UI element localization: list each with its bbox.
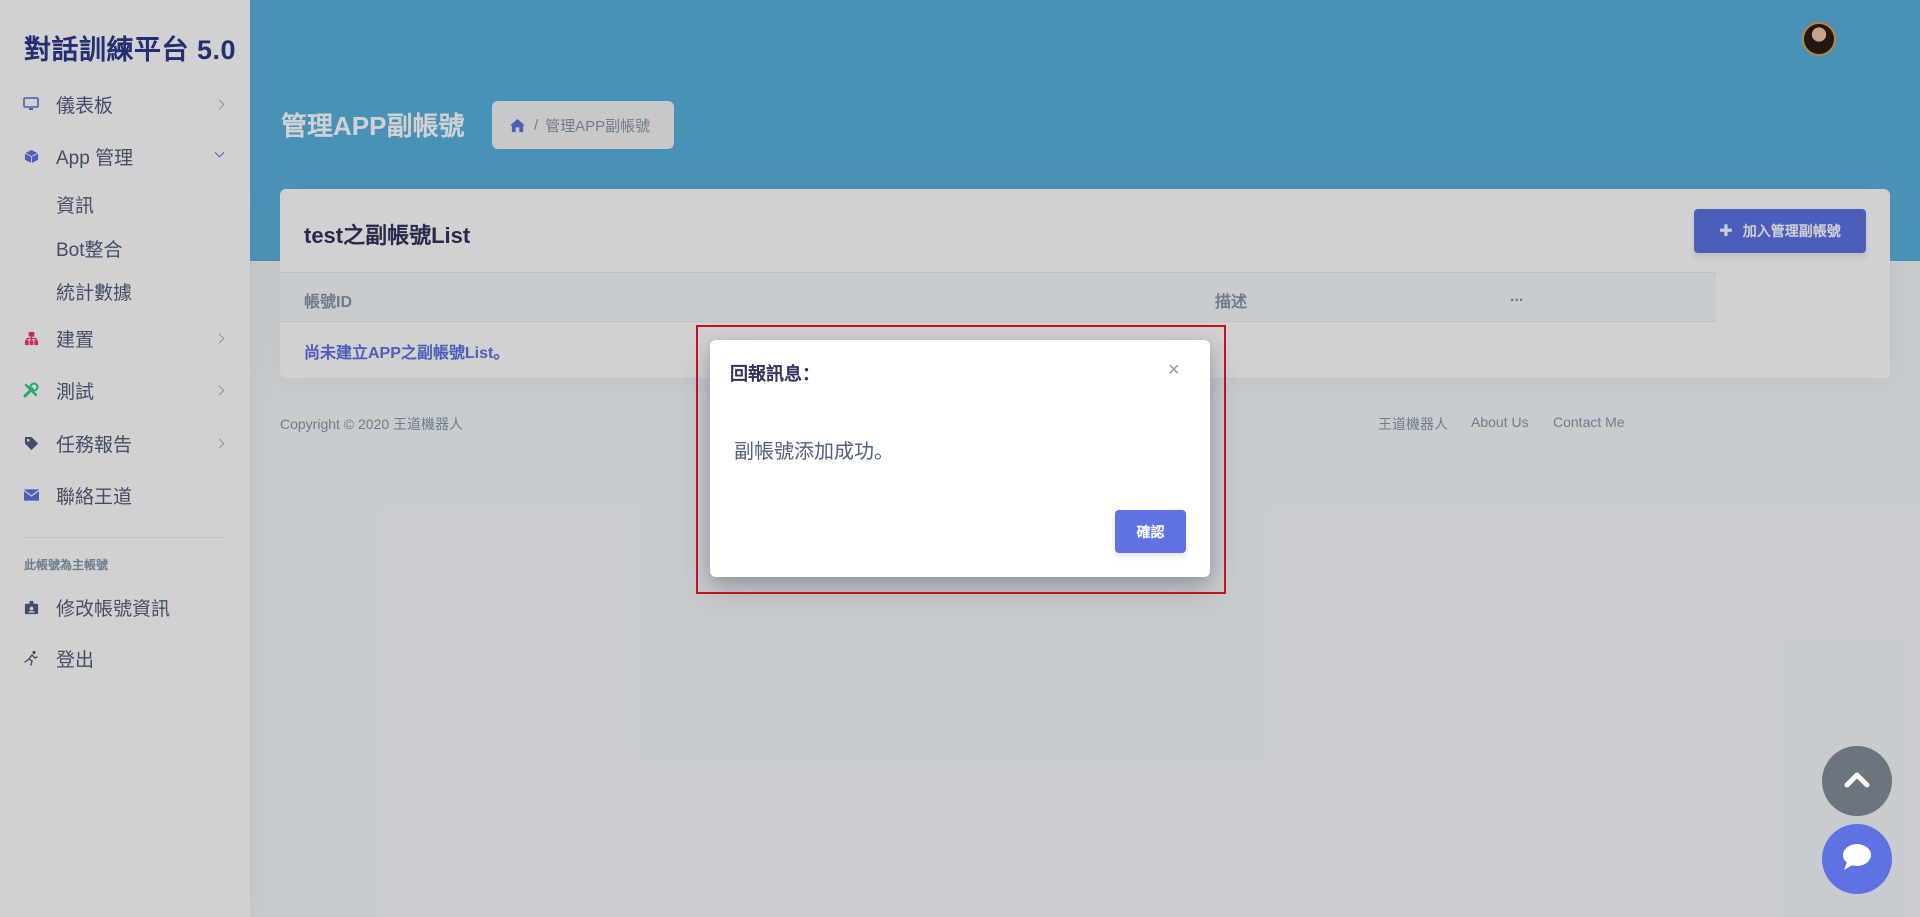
close-icon[interactable]: × [1168, 360, 1180, 380]
modal-title: 回報訊息： [730, 364, 820, 384]
chevron-up-icon [1844, 770, 1870, 793]
chat-bubble-icon [1841, 843, 1873, 876]
scroll-top-button[interactable] [1822, 746, 1892, 816]
confirm-button[interactable]: 確認 [1115, 510, 1186, 553]
report-dialog: 回報訊息： × 副帳號添加成功。 確認 [710, 340, 1210, 577]
modal-message: 副帳號添加成功。 [734, 441, 894, 463]
chat-button[interactable] [1822, 824, 1892, 894]
